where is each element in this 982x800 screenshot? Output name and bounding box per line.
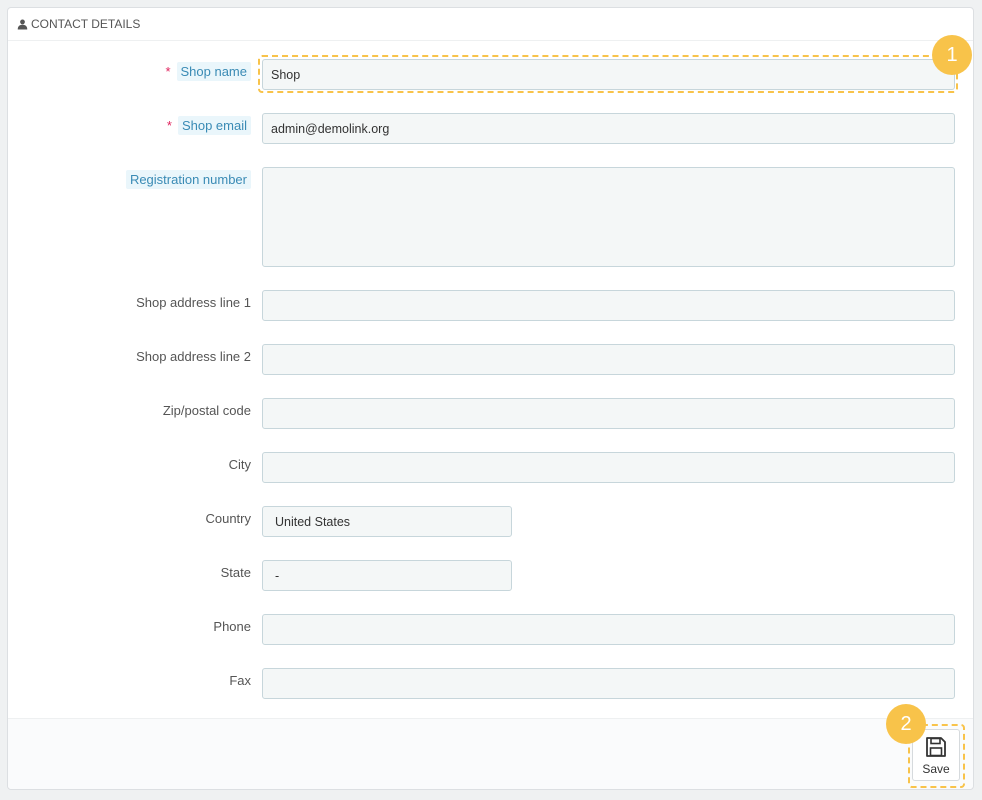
registration-number-label: Registration number	[125, 170, 251, 189]
registration-number-label-text: Registration number	[125, 170, 251, 189]
panel-title: Contact details	[31, 17, 141, 31]
fax-label: Fax	[229, 673, 251, 688]
address2-input[interactable]	[262, 344, 955, 375]
registration-number-textarea[interactable]	[262, 167, 955, 267]
city-input[interactable]	[262, 452, 955, 483]
fax-input[interactable]	[262, 668, 955, 699]
panel-footer	[8, 718, 973, 789]
state-select[interactable]: -	[262, 560, 512, 591]
shop-name-label-text: Shop name	[176, 62, 251, 81]
country-label: Country	[205, 511, 251, 526]
state-label: State	[220, 565, 251, 580]
zip-label: Zip/postal code	[162, 403, 251, 418]
zip-input[interactable]	[262, 398, 955, 429]
shop-email-label-text: Shop email	[177, 116, 251, 135]
user-icon	[17, 19, 28, 30]
panel-heading: Contact details	[8, 8, 973, 41]
country-select[interactable]: United States	[262, 506, 512, 537]
address1-input[interactable]	[262, 290, 955, 321]
phone-label: Phone	[213, 619, 251, 634]
phone-input[interactable]	[262, 614, 955, 645]
step-badge-2: 2	[886, 704, 926, 744]
shop-name-highlight	[258, 55, 958, 93]
step-badge-1: 1	[932, 35, 972, 75]
contact-details-panel: Contact details * Shop name Shop * Shop em…	[7, 7, 974, 790]
shop-name-label: * Shop name	[165, 62, 251, 81]
address1-label: Shop address line 1	[136, 295, 251, 310]
required-marker: *	[165, 64, 171, 79]
city-label: City	[228, 457, 251, 472]
required-marker: *	[166, 118, 172, 133]
address2-label: Shop address line 2	[136, 349, 251, 364]
shop-email-label: * Shop email	[166, 116, 251, 135]
shop-email-input[interactable]: admin@demolink.org	[262, 113, 955, 144]
